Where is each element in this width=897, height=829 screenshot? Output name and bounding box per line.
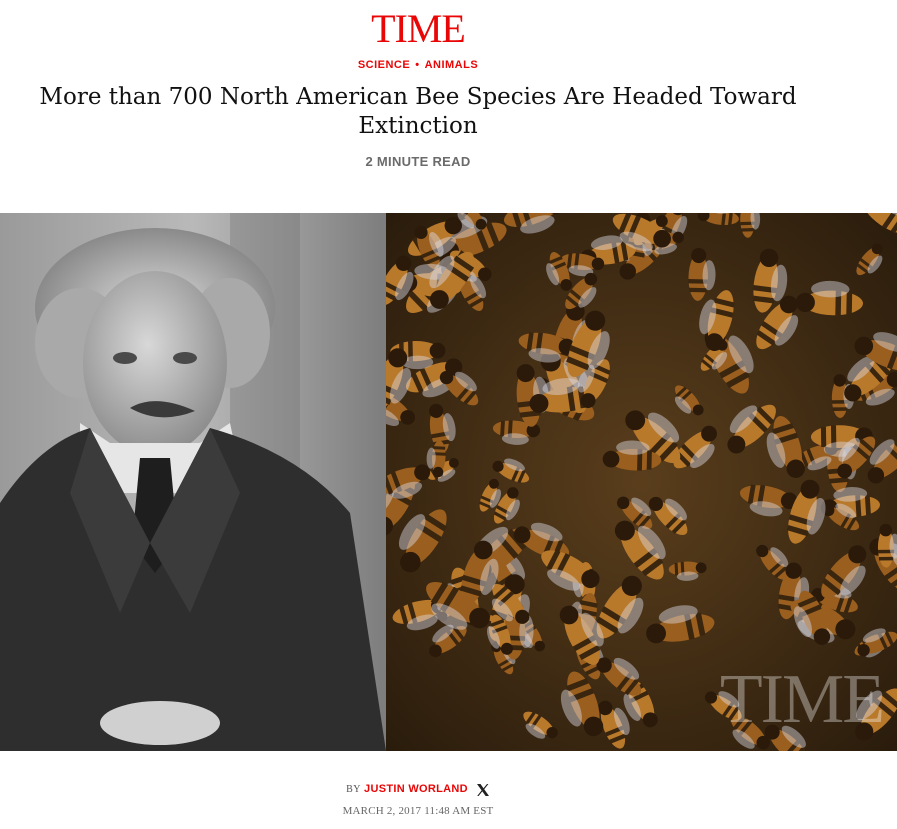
hero-image: TIME <box>0 213 897 751</box>
article-headline: More than 700 North American Bee Species… <box>39 84 797 139</box>
section-link-science[interactable]: SCIENCE <box>358 59 410 71</box>
time-watermark: TIME <box>719 661 885 738</box>
x-icon[interactable] <box>476 783 490 797</box>
portrait-photo <box>0 213 386 751</box>
byline: BY JUSTIN WORLAND <box>0 781 836 798</box>
section-breadcrumb: SCIENCE • ANIMALS <box>0 58 836 72</box>
honeybees-photo: TIME <box>386 213 897 751</box>
author-link[interactable]: JUSTIN WORLAND <box>364 783 468 795</box>
portrait-illustration <box>0 213 386 751</box>
read-time: 2 MINUTE READ <box>365 154 471 169</box>
time-logo[interactable]: TIME <box>0 6 836 52</box>
byline-prefix: BY <box>346 784 362 795</box>
section-link-animals[interactable]: ANIMALS <box>425 59 479 71</box>
section-separator: • <box>415 59 420 71</box>
publish-date: MARCH 2, 2017 11:48 AM EST <box>342 805 494 817</box>
